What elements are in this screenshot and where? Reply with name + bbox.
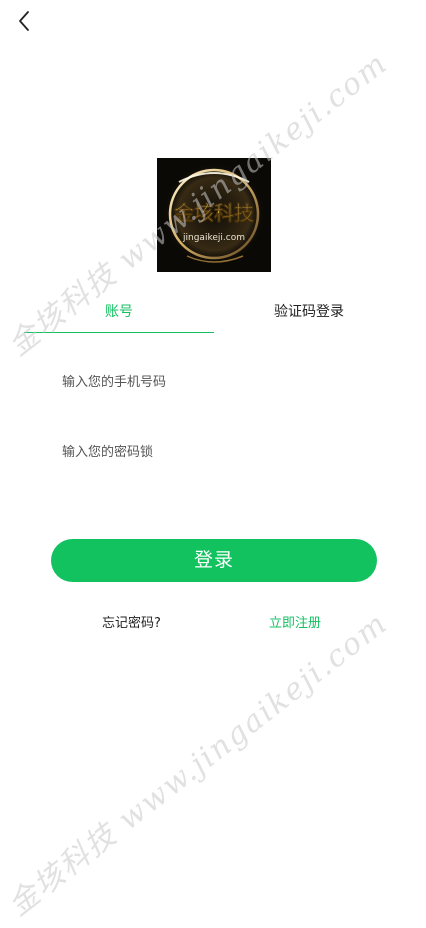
logo-brand-text: 金垓科技 <box>173 201 255 225</box>
brand-logo: 金垓科技 jingaikeji.com <box>157 158 271 272</box>
chevron-left-icon <box>12 8 38 34</box>
tab-verification-code-login[interactable]: 验证码登录 <box>214 300 404 332</box>
logo-domain-text: jingaikeji.com <box>182 233 245 243</box>
watermark: 金垓科技 www.jingaikeji.com <box>1 605 395 924</box>
phone-input[interactable] <box>62 367 382 397</box>
tab-account[interactable]: 账号 <box>24 300 214 333</box>
register-link[interactable]: 立即注册 <box>269 614 321 634</box>
back-button[interactable] <box>12 8 38 34</box>
password-input[interactable] <box>62 437 382 467</box>
login-button[interactable]: 登录 <box>51 539 377 582</box>
forgot-password-link[interactable]: 忘记密码? <box>102 614 161 634</box>
